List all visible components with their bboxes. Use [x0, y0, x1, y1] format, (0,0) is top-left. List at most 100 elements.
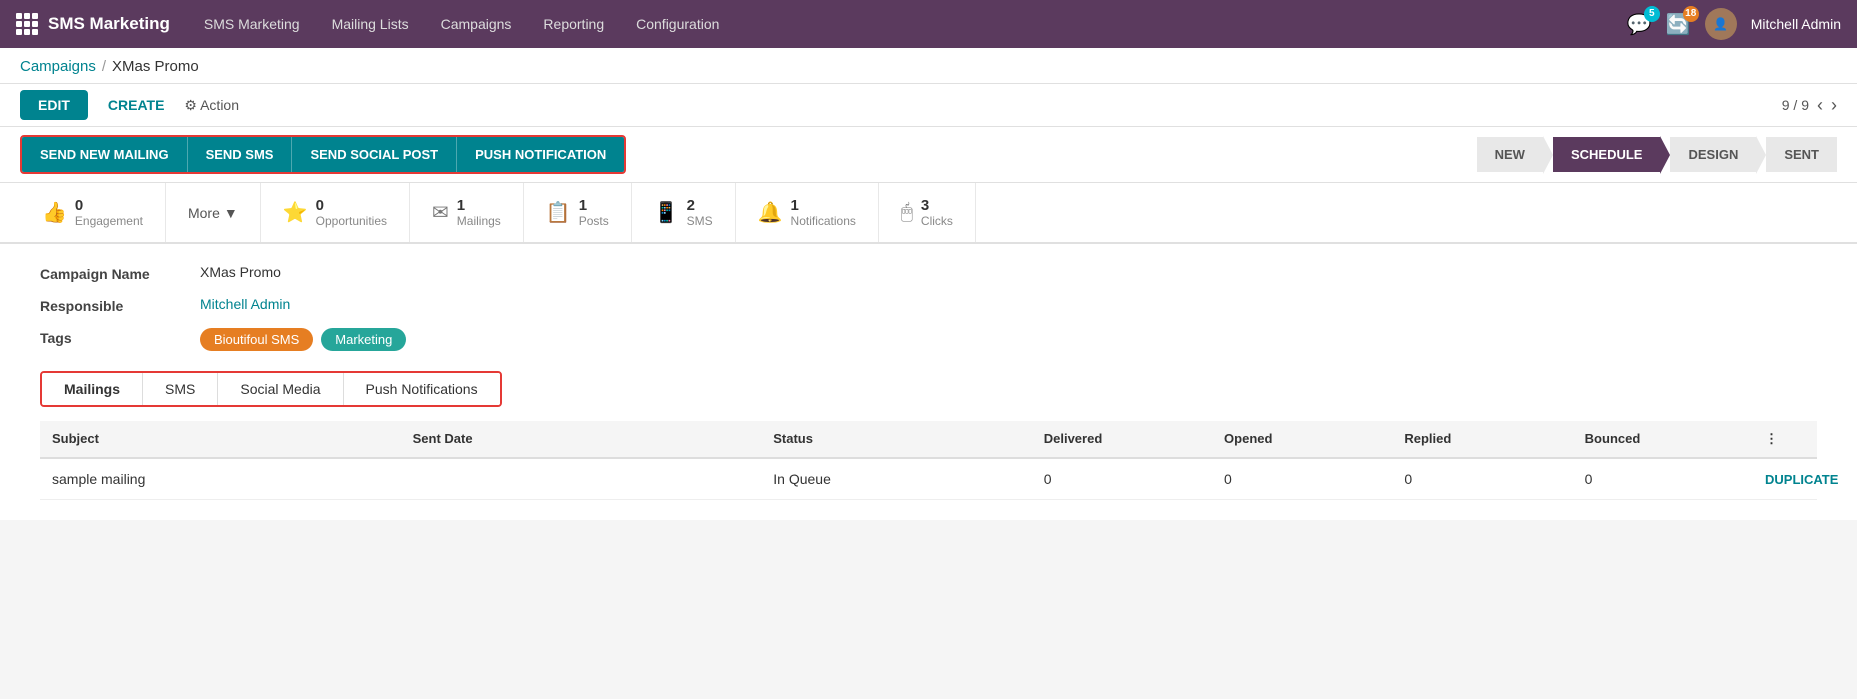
message-badge: 5 — [1644, 6, 1660, 22]
tab-mailings[interactable]: Mailings — [42, 373, 143, 405]
engagement-icon: 👍 — [42, 200, 67, 225]
row-subject[interactable]: sample mailing — [52, 471, 413, 487]
menu-configuration[interactable]: Configuration — [622, 10, 733, 38]
notifications-icon: 🔔 — [758, 200, 783, 225]
pagination: 9 / 9 ‹ › — [1782, 95, 1837, 116]
breadcrumb: Campaigns / XMas Promo — [20, 58, 1837, 75]
col-status: Status — [773, 431, 1043, 447]
activity-button[interactable]: 🔄 18 — [1666, 12, 1691, 37]
stat-notifications[interactable]: 🔔 1 Notifications — [736, 183, 879, 242]
col-opened: Opened — [1224, 431, 1404, 447]
stat-engagement[interactable]: 👍 0 Engagement — [20, 183, 166, 242]
engagement-number: 0 — [75, 197, 143, 214]
mailings-icon: ✉ — [432, 200, 449, 225]
sms-icon: 📱 — [654, 200, 679, 225]
posts-number: 1 — [579, 197, 609, 214]
breadcrumb-section: Campaigns / XMas Promo — [0, 48, 1857, 84]
tags-list: Bioutifoul SMS Marketing — [200, 328, 406, 351]
activity-badge: 18 — [1683, 6, 1699, 22]
pagination-prev[interactable]: ‹ — [1817, 95, 1823, 116]
menu-campaigns[interactable]: Campaigns — [427, 10, 526, 38]
campaign-name-label: Campaign Name — [40, 264, 200, 282]
app-name: SMS Marketing — [48, 14, 170, 34]
row-bounced: 0 — [1585, 471, 1765, 487]
pagination-next[interactable]: › — [1831, 95, 1837, 116]
row-replied: 0 — [1404, 471, 1584, 487]
tab-push-notifications[interactable]: Push Notifications — [344, 373, 500, 405]
engagement-label: Engagement — [75, 214, 143, 228]
top-menu: SMS Marketing Mailing Lists Campaigns Re… — [190, 10, 1627, 38]
duplicate-button[interactable]: DUPLICATE — [1765, 472, 1805, 487]
col-delivered: Delivered — [1044, 431, 1224, 447]
push-notification-button[interactable]: PUSH NOTIFICATION — [457, 137, 624, 172]
responsible-value[interactable]: Mitchell Admin — [200, 296, 290, 312]
campaign-name-value: XMas Promo — [200, 264, 281, 280]
stat-opportunities[interactable]: ⭐ 0 Opportunities — [261, 183, 410, 242]
opportunities-icon: ⭐ — [283, 200, 308, 225]
stage-buttons: NEW SCHEDULE DESIGN SENT — [1477, 137, 1837, 172]
opportunities-number: 0 — [316, 197, 387, 214]
row-opened: 0 — [1224, 471, 1404, 487]
menu-mailing-lists[interactable]: Mailing Lists — [318, 10, 423, 38]
grid-icon — [16, 13, 38, 35]
stage-new[interactable]: NEW — [1477, 137, 1543, 172]
messages-button[interactable]: 💬 5 — [1627, 12, 1652, 37]
stats-bar: 👍 0 Engagement More ▼ ⭐ 0 Opportunities … — [0, 183, 1857, 244]
mailing-buttons-group: SEND NEW MAILING SEND SMS SEND SOCIAL PO… — [20, 135, 626, 174]
breadcrumb-current: XMas Promo — [112, 58, 199, 75]
col-subject: Subject — [52, 431, 413, 447]
tabs-section: Mailings SMS Social Media Push Notificat… — [40, 371, 1817, 500]
table-header: Subject Sent Date Status Delivered Opene… — [40, 421, 1817, 459]
breadcrumb-parent[interactable]: Campaigns — [20, 58, 96, 75]
mailing-buttons-bar: SEND NEW MAILING SEND SMS SEND SOCIAL PO… — [0, 127, 1857, 183]
tag-bioutifoul[interactable]: Bioutifoul SMS — [200, 328, 313, 351]
menu-sms-marketing[interactable]: SMS Marketing — [190, 10, 314, 38]
stat-clicks[interactable]: 🖱 3 Clicks — [879, 183, 976, 242]
send-new-mailing-button[interactable]: SEND NEW MAILING — [22, 137, 188, 172]
notifications-label: Notifications — [791, 214, 856, 228]
app-logo[interactable]: SMS Marketing — [16, 13, 170, 35]
clicks-number: 3 — [921, 197, 953, 214]
posts-label: Posts — [579, 214, 609, 228]
opportunities-label: Opportunities — [316, 214, 387, 228]
pagination-text: 9 / 9 — [1782, 97, 1809, 113]
stage-design[interactable]: DESIGN — [1670, 137, 1756, 172]
clicks-icon: 🖱 — [901, 201, 913, 224]
col-bounced: Bounced — [1585, 431, 1765, 447]
topnav-actions: 💬 5 🔄 18 👤 Mitchell Admin — [1627, 8, 1841, 40]
tab-sms[interactable]: SMS — [143, 373, 218, 405]
row-delivered: 0 — [1044, 471, 1224, 487]
username[interactable]: Mitchell Admin — [1751, 16, 1841, 32]
col-actions-header: ⋮ — [1765, 431, 1805, 447]
breadcrumb-separator: / — [102, 58, 106, 75]
sms-label: SMS — [687, 214, 713, 228]
edit-button[interactable]: EDIT — [20, 90, 88, 120]
create-button[interactable]: CREATE — [100, 90, 173, 120]
row-status: In Queue — [773, 471, 1043, 487]
send-sms-button[interactable]: SEND SMS — [188, 137, 293, 172]
tags-label: Tags — [40, 328, 200, 346]
menu-reporting[interactable]: Reporting — [529, 10, 618, 38]
stat-mailings[interactable]: ✉ 1 Mailings — [410, 183, 524, 242]
posts-icon: 📋 — [546, 200, 571, 225]
col-sent-date: Sent Date — [413, 431, 774, 447]
action-bar: EDIT CREATE ⚙ Action 9 / 9 ‹ › — [0, 84, 1857, 127]
tag-marketing[interactable]: Marketing — [321, 328, 406, 351]
top-navigation: SMS Marketing SMS Marketing Mailing List… — [0, 0, 1857, 48]
stage-schedule[interactable]: SCHEDULE — [1553, 137, 1661, 172]
stage-sent[interactable]: SENT — [1766, 137, 1837, 172]
more-label: More — [188, 205, 220, 221]
stat-more[interactable]: More ▼ — [166, 183, 261, 242]
tags-row: Tags Bioutifoul SMS Marketing — [40, 328, 1817, 351]
send-social-post-button[interactable]: SEND SOCIAL POST — [292, 137, 457, 172]
avatar[interactable]: 👤 — [1705, 8, 1737, 40]
action-menu[interactable]: ⚙ Action — [184, 97, 239, 114]
responsible-row: Responsible Mitchell Admin — [40, 296, 1817, 314]
tab-social-media[interactable]: Social Media — [218, 373, 343, 405]
table-section: Subject Sent Date Status Delivered Opene… — [40, 421, 1817, 500]
mailings-number: 1 — [457, 197, 501, 214]
main-content: Campaign Name XMas Promo Responsible Mit… — [0, 244, 1857, 520]
stat-sms[interactable]: 📱 2 SMS — [632, 183, 736, 242]
more-chevron-icon: ▼ — [224, 205, 238, 221]
stat-posts[interactable]: 📋 1 Posts — [524, 183, 632, 242]
